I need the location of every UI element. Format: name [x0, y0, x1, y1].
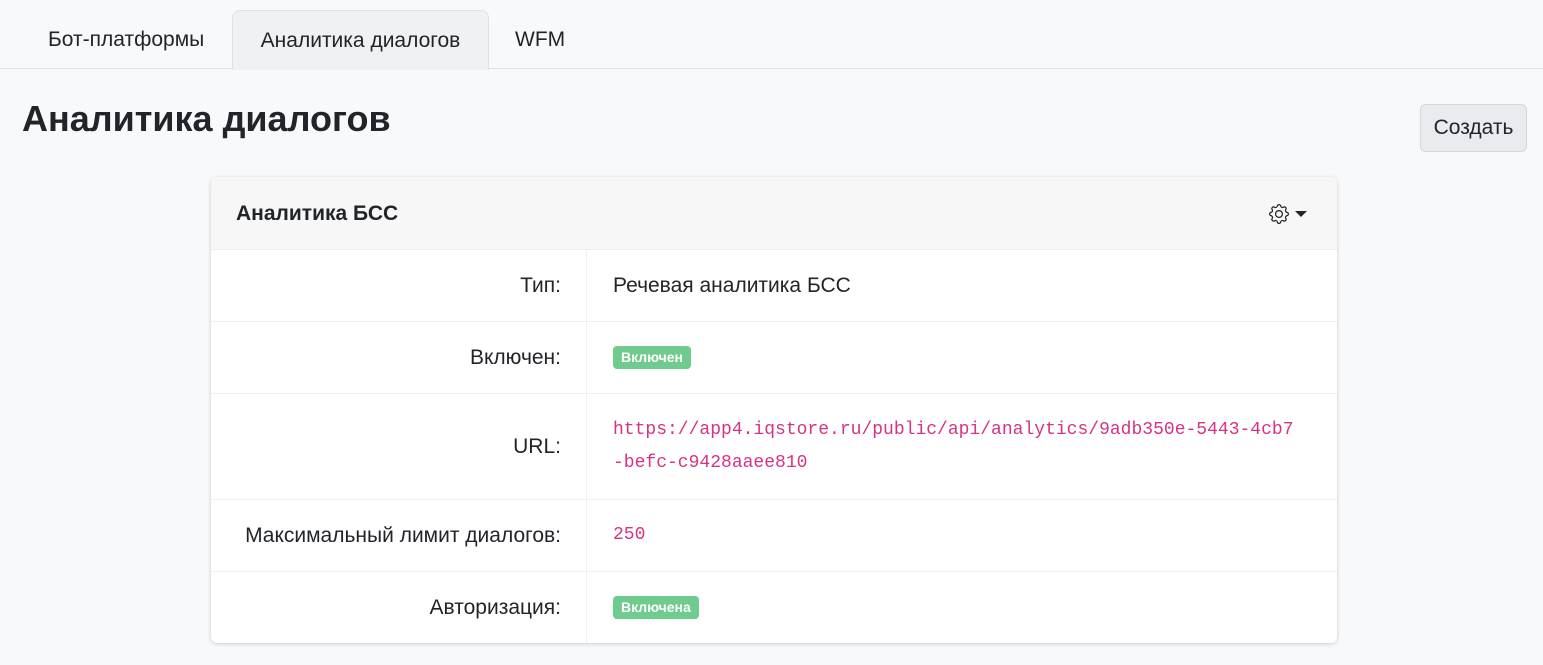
row-label: URL: [211, 394, 587, 499]
settings-dropdown-button[interactable] [1269, 201, 1311, 227]
row-value: 250 [613, 500, 1297, 571]
chevron-down-icon [1295, 211, 1307, 217]
row-value: Включен [613, 322, 1297, 393]
row-value: https://app4.iqstore.ru/public/api/analy… [613, 394, 1297, 499]
row-label: Тип: [211, 250, 587, 321]
row-authorization: Авторизация: Включена [211, 572, 1337, 643]
card-title: Аналитика БСС [236, 202, 399, 225]
status-badge: Включен [613, 346, 691, 369]
page-title: Аналитика диалогов [22, 98, 391, 139]
row-value: Речевая аналитика БСС [613, 273, 851, 297]
gear-icon [1269, 204, 1289, 224]
row-type: Тип: Речевая аналитика БСС [211, 250, 1337, 322]
row-label: Максимальный лимит диалогов: [211, 500, 587, 571]
row-label: Включен: [211, 322, 587, 393]
nav-tabs: Бот-платформы Аналитика диалогов WFM [0, 0, 1543, 70]
tab-wfm[interactable]: WFM [489, 10, 591, 69]
card-header: Аналитика БСС [211, 177, 1337, 250]
analytics-card: Аналитика БСС Тип: Речевая аналитика БСС… [211, 177, 1337, 643]
status-badge: Включена [613, 596, 699, 619]
max-dialogs-value: 250 [613, 525, 646, 545]
row-enabled: Включен: Включен [211, 322, 1337, 394]
row-label: Авторизация: [211, 572, 587, 643]
create-button[interactable]: Создать [1420, 104, 1527, 152]
row-url: URL: https://app4.iqstore.ru/public/api/… [211, 394, 1337, 500]
tab-dialog-analytics[interactable]: Аналитика диалогов [232, 10, 489, 70]
tab-bot-platforms[interactable]: Бот-платформы [22, 10, 230, 69]
row-value: Включена [613, 572, 1297, 643]
row-max-dialogs: Максимальный лимит диалогов: 250 [211, 500, 1337, 572]
url-value: https://app4.iqstore.ru/public/api/analy… [613, 419, 1294, 473]
